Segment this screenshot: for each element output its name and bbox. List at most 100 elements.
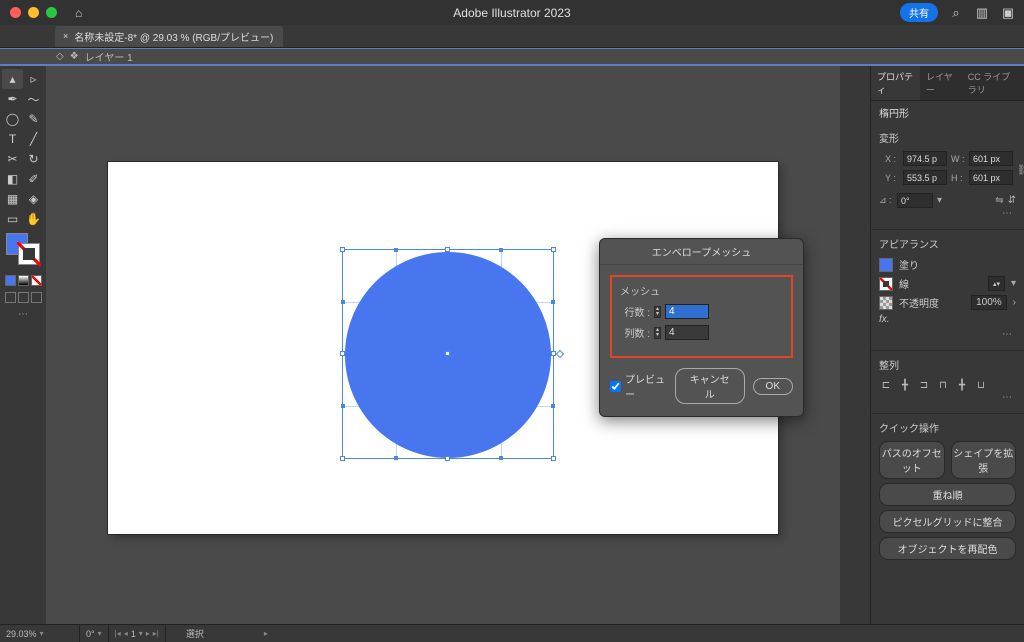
artboard-nav[interactable]: |◂ ◂ 1 ▾ ▸ ▸| [109, 625, 166, 642]
status-menu-icon[interactable]: ▸ [264, 629, 268, 638]
close-tab-icon[interactable]: × [63, 31, 68, 41]
zoom-field[interactable]: 29.03%▾ [0, 625, 80, 642]
cols-input[interactable] [665, 325, 709, 340]
preview-check-input[interactable] [610, 381, 621, 392]
handle-bm[interactable] [445, 456, 450, 461]
align-hcenter-icon[interactable]: ╋ [898, 378, 912, 392]
align-top-icon[interactable]: ⊓ [936, 378, 950, 392]
maximize-window-icon[interactable] [46, 7, 57, 18]
none-mode-icon[interactable] [31, 275, 42, 286]
w-input[interactable] [969, 151, 1013, 166]
handle-ml[interactable] [340, 351, 345, 356]
rotate-field[interactable]: 0°▾ [80, 625, 109, 642]
shape-builder-tool[interactable]: ◈ [23, 189, 44, 209]
rows-stepper[interactable]: ▴▾ [654, 306, 661, 318]
selection-tool[interactable]: ▴ [2, 69, 23, 89]
hand-tool[interactable]: ✋ [23, 209, 44, 229]
layer-name[interactable]: レイヤー 1 [85, 49, 133, 64]
document-tab[interactable]: × 名称未設定-8* @ 29.03 % (RGB/プレビュー) [55, 26, 283, 47]
expand-shape-button[interactable]: シェイプを拡張 [951, 441, 1017, 479]
mesh-anchor[interactable] [394, 456, 398, 460]
tab-properties[interactable]: プロパティ [871, 66, 920, 100]
align-right-icon[interactable]: ⊐ [917, 378, 931, 392]
pie-handle[interactable] [556, 350, 564, 358]
x-input[interactable] [903, 151, 947, 166]
draw-behind-icon[interactable] [18, 292, 29, 303]
minimize-window-icon[interactable] [28, 7, 39, 18]
close-window-icon[interactable] [10, 7, 21, 18]
angle-dropdown-icon[interactable]: ▾ [937, 195, 942, 206]
flip-h-icon[interactable]: ⇋ [995, 195, 1003, 206]
selection-bounds[interactable] [342, 249, 554, 459]
handle-tl[interactable] [340, 247, 345, 252]
ellipse-tool[interactable]: ◯ [2, 109, 23, 129]
search-icon[interactable]: ⌕ [948, 5, 964, 21]
align-left-icon[interactable]: ⊏ [879, 378, 893, 392]
artboard-tool[interactable]: ▭ [2, 209, 23, 229]
eyedropper-tool[interactable]: ✐ [23, 169, 44, 189]
recolor-button[interactable]: オブジェクトを再配色 [879, 537, 1016, 560]
cancel-button[interactable]: キャンセル [675, 368, 745, 404]
mesh-anchor[interactable] [499, 248, 503, 252]
stroke-weight-input[interactable]: ▴▾ [988, 276, 1005, 291]
more-transform-icon[interactable]: ⋯ [879, 208, 1016, 219]
share-button[interactable]: 共有 [900, 3, 938, 22]
arrange-button[interactable]: 重ね順 [879, 483, 1016, 506]
cols-stepper[interactable]: ▴▾ [654, 327, 661, 339]
align-pixel-grid-button[interactable]: ピクセルグリッドに整合 [879, 510, 1016, 533]
scissors-tool[interactable]: ✂ [2, 149, 23, 169]
color-swatches[interactable] [2, 233, 44, 263]
center-anchor[interactable] [445, 351, 450, 356]
link-wh-icon[interactable]: ⛓ [1017, 165, 1024, 176]
mesh-anchor[interactable] [341, 404, 345, 408]
rotate-tool[interactable]: ↻ [23, 149, 44, 169]
eraser-tool[interactable]: ◧ [2, 169, 23, 189]
home-icon[interactable]: ⌂ [75, 6, 82, 20]
workspace-icon[interactable]: ▣ [1000, 5, 1016, 21]
tab-cclib[interactable]: CC ライブラリ [962, 66, 1024, 100]
stroke-swatch-prop[interactable] [879, 277, 893, 291]
handle-bl[interactable] [340, 456, 345, 461]
arrange-docs-icon[interactable]: ▥ [974, 5, 990, 21]
mesh-anchor[interactable] [394, 248, 398, 252]
breadcrumb-back-icon[interactable]: ◇ [56, 51, 64, 62]
stroke-swatch[interactable] [18, 243, 40, 265]
rows-input[interactable] [665, 304, 709, 319]
h-input[interactable] [969, 170, 1013, 185]
opacity-swatch[interactable] [879, 296, 893, 310]
tab-layers[interactable]: レイヤー [920, 66, 962, 100]
flip-v-icon[interactable]: ⇵ [1008, 195, 1016, 206]
curvature-tool[interactable]: 〜 [23, 89, 44, 109]
handle-br[interactable] [551, 456, 556, 461]
edit-toolbar-icon[interactable]: ⋯ [2, 309, 44, 320]
offset-path-button[interactable]: パスのオフセット [879, 441, 945, 479]
paintbrush-tool[interactable]: ✎ [23, 109, 44, 129]
align-bottom-icon[interactable]: ⊔ [974, 378, 988, 392]
draw-inside-icon[interactable] [31, 292, 42, 303]
mesh-anchor[interactable] [499, 456, 503, 460]
handle-tm[interactable] [445, 247, 450, 252]
mesh-anchor[interactable] [341, 300, 345, 304]
type-tool[interactable]: T [2, 129, 23, 149]
line-tool[interactable]: ╱ [23, 129, 44, 149]
gradient-mode-icon[interactable] [18, 275, 29, 286]
handle-tr[interactable] [551, 247, 556, 252]
pen-tool[interactable]: ✒ [2, 89, 23, 109]
gradient-tool[interactable]: ▦ [2, 189, 23, 209]
color-mode-icon[interactable] [5, 275, 16, 286]
angle-input[interactable] [897, 193, 933, 208]
more-appearance-icon[interactable]: ⋯ [879, 329, 1016, 340]
ok-button[interactable]: OK [753, 378, 793, 395]
more-align-icon[interactable]: ⋯ [879, 392, 1016, 403]
mesh-anchor[interactable] [551, 404, 555, 408]
reference-point[interactable] [879, 161, 881, 179]
mesh-anchor[interactable] [551, 300, 555, 304]
opacity-input[interactable]: 100% [971, 295, 1007, 310]
y-input[interactable] [903, 170, 947, 185]
fx-label[interactable]: fx. [879, 314, 890, 325]
draw-normal-icon[interactable] [5, 292, 16, 303]
direct-selection-tool[interactable]: ▹ [23, 69, 44, 89]
canvas[interactable]: エンベロープメッシュ メッシュ 行数 : ▴▾ 列数 : ▴▾ [46, 66, 840, 624]
preview-checkbox[interactable]: プレビュー [610, 371, 667, 401]
opacity-dropdown-icon[interactable]: › [1013, 297, 1016, 308]
